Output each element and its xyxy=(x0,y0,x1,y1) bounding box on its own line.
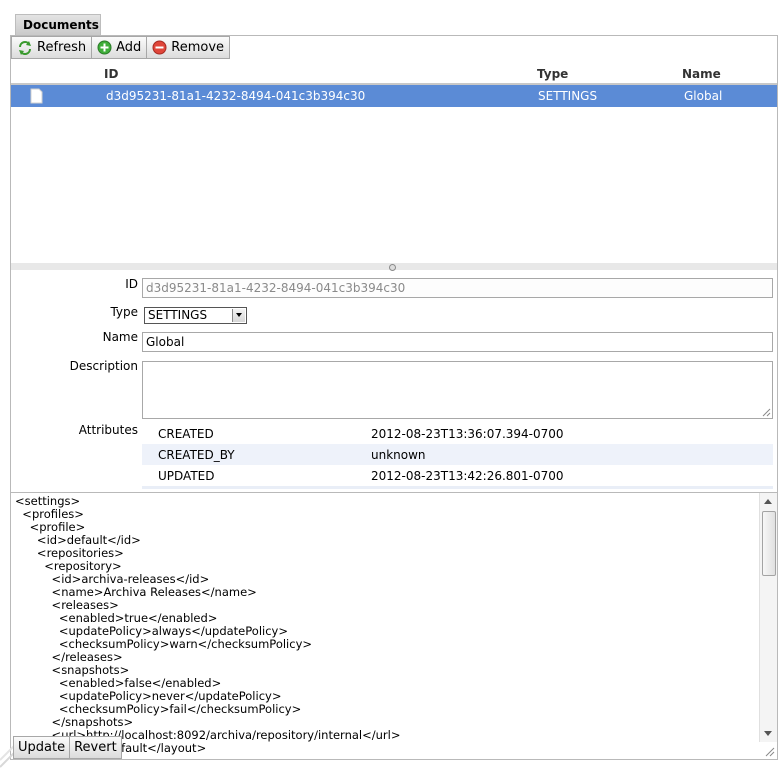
column-header-type[interactable]: Type xyxy=(537,67,568,81)
add-icon xyxy=(97,40,112,55)
type-select[interactable]: SETTINGS xyxy=(144,307,247,324)
cell-type: SETTINGS xyxy=(538,89,598,103)
add-label: Add xyxy=(116,40,142,55)
scroll-down-icon[interactable] xyxy=(764,731,772,736)
document-icon xyxy=(30,88,43,104)
resize-grip-icon[interactable] xyxy=(765,747,775,757)
table-row[interactable]: d3d95231-81a1-4232-8494-041c3b394c30 SET… xyxy=(11,85,777,107)
resize-grip-icon[interactable] xyxy=(762,408,771,417)
column-header-name[interactable]: Name xyxy=(682,67,721,81)
id-field[interactable]: d3d95231-81a1-4232-8494-041c3b394c30 xyxy=(142,278,773,298)
refresh-button[interactable]: Refresh xyxy=(11,36,93,59)
update-button[interactable]: Update xyxy=(13,736,71,759)
attr-value: 2012-08-23T13:36:07.394-0700 xyxy=(371,427,564,441)
revert-button[interactable]: Revert xyxy=(69,736,122,759)
toolbar: Refresh Add Remove xyxy=(11,36,231,60)
scrollbar-thumb[interactable] xyxy=(762,511,776,576)
cell-id: d3d95231-81a1-4232-8494-041c3b394c30 xyxy=(106,89,366,103)
table-row: CREATED_BY unknown xyxy=(142,444,773,465)
remove-button[interactable]: Remove xyxy=(146,36,231,59)
vertical-scrollbar[interactable] xyxy=(759,493,777,742)
refresh-label: Refresh xyxy=(37,40,87,55)
cell-name: Global xyxy=(684,89,723,103)
type-label: Type xyxy=(110,305,138,319)
table-row: CREATED 2012-08-23T13:36:07.394-0700 xyxy=(142,423,773,444)
attributes-label: Attributes xyxy=(78,423,138,437)
attr-key: CREATED_BY xyxy=(158,448,235,462)
remove-label: Remove xyxy=(171,40,225,55)
scroll-up-icon[interactable] xyxy=(764,499,772,504)
refresh-icon xyxy=(19,40,31,55)
xml-editor[interactable]: <settings> <profiles> <profile> <id>defa… xyxy=(11,492,777,759)
table-row: UPDATED 2012-08-23T13:42:26.801-0700 xyxy=(142,465,773,486)
chevron-down-icon[interactable] xyxy=(232,309,245,322)
add-button[interactable]: Add xyxy=(91,36,148,59)
grid-header: ID Type Name xyxy=(11,64,777,85)
tab-documents[interactable]: Documents xyxy=(15,14,101,35)
column-header-id[interactable]: ID xyxy=(104,67,118,81)
type-select-value: SETTINGS xyxy=(148,308,208,322)
attr-value: unknown xyxy=(371,448,426,462)
attr-value: 2012-08-23T13:42:26.801-0700 xyxy=(371,469,564,483)
attr-key: CREATED xyxy=(158,427,214,441)
attr-key: UPDATED xyxy=(158,469,215,483)
splitter-handle[interactable] xyxy=(11,263,777,271)
attributes-divider xyxy=(142,486,773,489)
form-actions: Update Revert xyxy=(13,736,122,759)
name-label: Name xyxy=(102,330,138,344)
id-label: ID xyxy=(125,277,138,291)
description-label: Description xyxy=(69,359,138,373)
xml-content: <settings> <profiles> <profile> <id>defa… xyxy=(15,494,401,755)
attributes-table: CREATED 2012-08-23T13:36:07.394-0700 CRE… xyxy=(142,423,773,486)
description-field[interactable] xyxy=(142,361,773,419)
remove-icon xyxy=(152,40,167,55)
documents-panel: Refresh Add Remove ID Type Name d3d95231… xyxy=(10,35,778,760)
name-field[interactable]: Global xyxy=(142,332,773,352)
splitter-knob-icon xyxy=(389,264,396,271)
